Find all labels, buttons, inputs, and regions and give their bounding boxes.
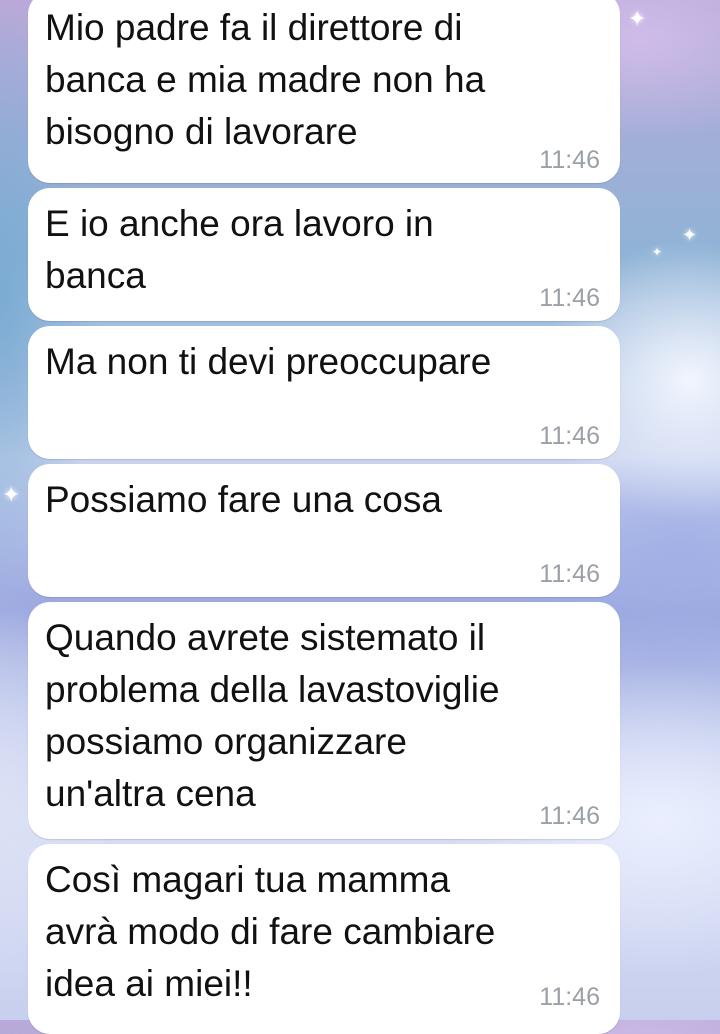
message-timestamp: 11:46 [539, 284, 600, 312]
message-text: Possiamo fare una cosa [45, 479, 442, 520]
chat-thread[interactable]: Mio padre fa il direttore di banca e mia… [28, 0, 620, 1034]
message-bubble[interactable]: Così magari tua mamma avrà modo di fare … [28, 844, 620, 1034]
message-text: Così magari tua mamma avrà modo di fare … [45, 859, 496, 1004]
message-timestamp: 11:46 [539, 560, 600, 588]
message-text: Quando avrete sistemato il problema dell… [45, 617, 500, 814]
sparkle-icon: ✦ [682, 225, 698, 245]
message-bubble[interactable]: Quando avrete sistemato il problema dell… [28, 602, 620, 839]
message-timestamp: 11:46 [539, 146, 600, 174]
message-bubble[interactable]: Mio padre fa il direttore di banca e mia… [28, 0, 620, 183]
message-text: Mio padre fa il direttore di banca e mia… [45, 7, 486, 152]
sparkle-icon: ✦ [652, 245, 663, 259]
message-bubble[interactable]: E io anche ora lavoro in banca 11:46 [28, 188, 620, 321]
message-bubble[interactable]: Ma non ti devi preoccupare 11:46 [28, 326, 620, 459]
message-bubble[interactable]: Possiamo fare una cosa 11:46 [28, 464, 620, 597]
message-text: E io anche ora lavoro in banca [45, 203, 434, 296]
message-timestamp: 11:46 [539, 422, 600, 450]
sparkle-icon: ✦ [2, 482, 21, 507]
sparkle-icon: ✦ [628, 6, 647, 31]
message-timestamp: 11:46 [539, 802, 600, 830]
message-text: Ma non ti devi preoccupare [45, 341, 492, 382]
message-timestamp: 11:46 [539, 983, 600, 1011]
